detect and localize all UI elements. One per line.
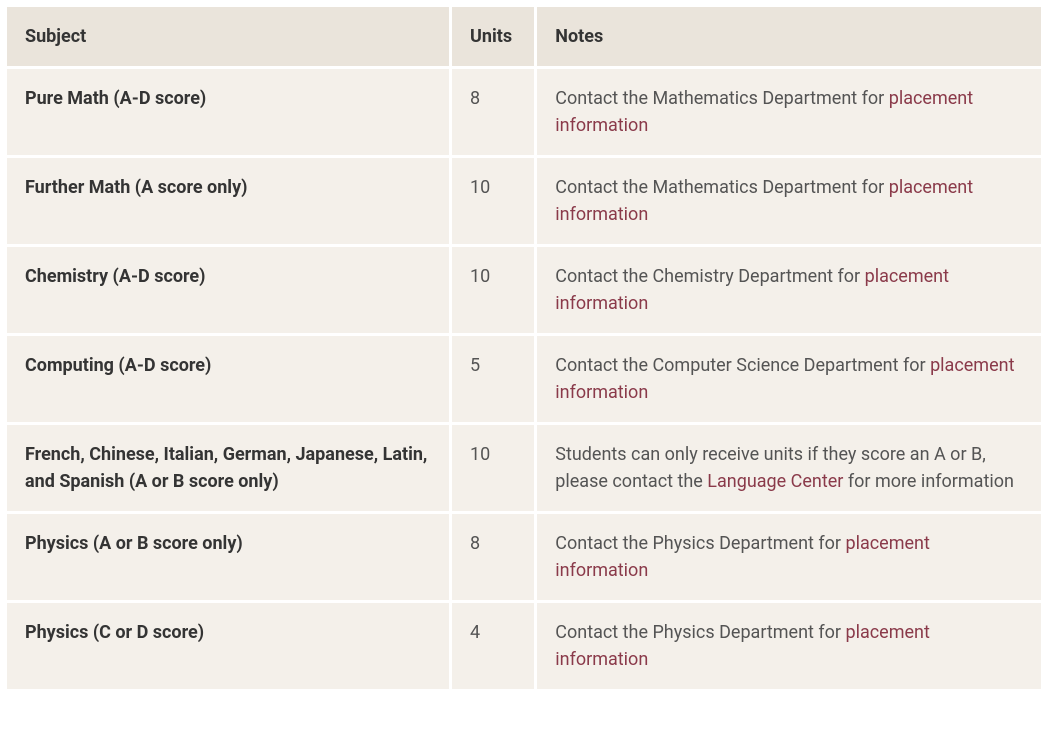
- cell-subject: French, Chinese, Italian, German, Japane…: [7, 425, 449, 511]
- cell-subject: Further Math (A score only): [7, 158, 449, 244]
- cell-notes: Contact the Physics Department for place…: [537, 603, 1041, 689]
- cell-units: 8: [452, 69, 534, 155]
- table-row: Chemistry (A-D score) 10 Contact the Che…: [7, 247, 1041, 333]
- header-notes: Notes: [537, 7, 1041, 66]
- cell-units: 10: [452, 425, 534, 511]
- cell-units: 10: [452, 158, 534, 244]
- table-row: Physics (C or D score) 4 Contact the Phy…: [7, 603, 1041, 689]
- notes-link[interactable]: Language Center: [707, 471, 843, 492]
- table-row: Computing (A-D score) 5 Contact the Comp…: [7, 336, 1041, 422]
- table-header-row: Subject Units Notes: [7, 7, 1041, 66]
- cell-units: 8: [452, 514, 534, 600]
- cell-units: 10: [452, 247, 534, 333]
- cell-notes: Contact the Physics Department for place…: [537, 514, 1041, 600]
- credit-table: Subject Units Notes Pure Math (A-D score…: [4, 4, 1044, 692]
- cell-subject: Pure Math (A-D score): [7, 69, 449, 155]
- cell-subject: Physics (A or B score only): [7, 514, 449, 600]
- cell-units: 5: [452, 336, 534, 422]
- cell-notes: Contact the Mathematics Department for p…: [537, 158, 1041, 244]
- table-row: Further Math (A score only) 10 Contact t…: [7, 158, 1041, 244]
- cell-subject: Chemistry (A-D score): [7, 247, 449, 333]
- notes-prefix: Contact the Mathematics Department for: [555, 88, 888, 109]
- notes-prefix: Contact the Physics Department for: [555, 533, 845, 554]
- notes-prefix: Contact the Chemistry Department for: [555, 266, 864, 287]
- table-row: Physics (A or B score only) 8 Contact th…: [7, 514, 1041, 600]
- notes-prefix: Contact the Mathematics Department for: [555, 177, 888, 198]
- cell-notes: Contact the Computer Science Department …: [537, 336, 1041, 422]
- cell-subject: Computing (A-D score): [7, 336, 449, 422]
- table-row: French, Chinese, Italian, German, Japane…: [7, 425, 1041, 511]
- header-units: Units: [452, 7, 534, 66]
- table-row: Pure Math (A-D score) 8 Contact the Math…: [7, 69, 1041, 155]
- notes-suffix: for more information: [843, 471, 1014, 492]
- cell-notes: Contact the Chemistry Department for pla…: [537, 247, 1041, 333]
- cell-units: 4: [452, 603, 534, 689]
- cell-notes: Students can only receive units if they …: [537, 425, 1041, 511]
- header-subject: Subject: [7, 7, 449, 66]
- notes-prefix: Contact the Computer Science Department …: [555, 355, 930, 376]
- notes-prefix: Contact the Physics Department for: [555, 622, 845, 643]
- cell-subject: Physics (C or D score): [7, 603, 449, 689]
- cell-notes: Contact the Mathematics Department for p…: [537, 69, 1041, 155]
